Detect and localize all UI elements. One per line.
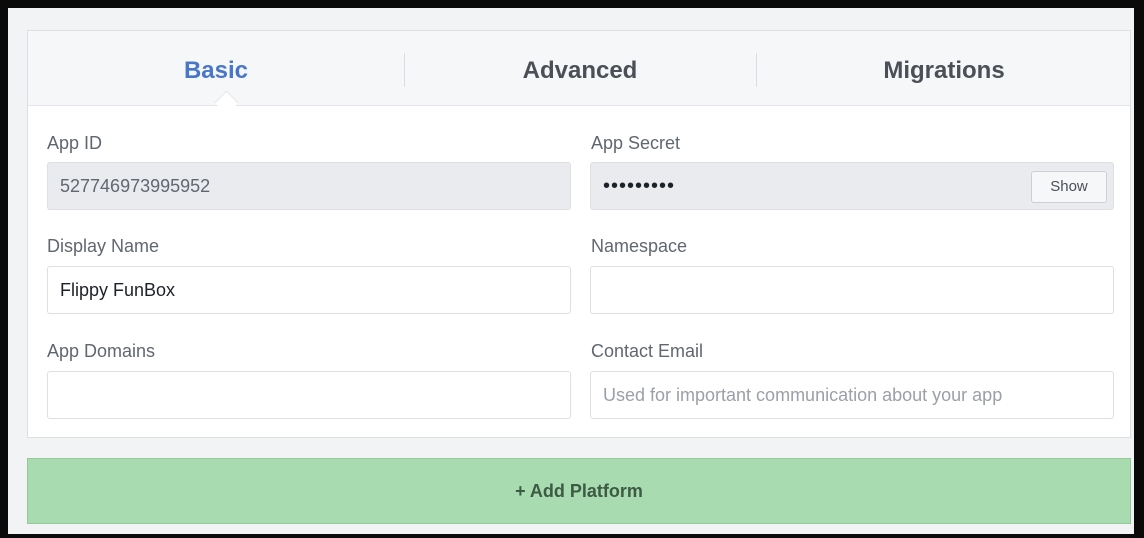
- namespace-label: Namespace: [591, 236, 688, 256]
- settings-panel: Basic Advanced Migrations App ID 5277469…: [27, 30, 1131, 438]
- window-frame-left: [0, 0, 8, 538]
- tab-migrations[interactable]: Migrations: [756, 31, 1132, 105]
- tab-bar: Basic Advanced Migrations: [28, 31, 1130, 106]
- contact-email-label: Contact Email: [591, 341, 704, 361]
- tab-advanced[interactable]: Advanced: [404, 31, 756, 105]
- app-secret-label: App Secret: [591, 133, 681, 153]
- window-frame-right: [1134, 0, 1144, 538]
- window-frame-bottom: [0, 534, 1144, 538]
- app-domains-label: App Domains: [47, 341, 156, 361]
- window-frame-top: [0, 0, 1144, 8]
- display-name-input[interactable]: Flippy FunBox: [47, 266, 571, 314]
- show-secret-button[interactable]: Show: [1031, 171, 1107, 203]
- add-platform-button[interactable]: + Add Platform: [27, 458, 1131, 524]
- app-domains-input[interactable]: [47, 371, 571, 419]
- contact-email-input[interactable]: Used for important communication about y…: [590, 371, 1114, 419]
- app-secret-field[interactable]: ••••••••• Show: [590, 162, 1114, 210]
- app-secret-masked-value: •••••••••: [603, 175, 676, 197]
- namespace-input[interactable]: [590, 266, 1114, 314]
- tab-basic[interactable]: Basic: [28, 31, 404, 105]
- display-name-label: Display Name: [47, 236, 160, 256]
- app-id-field[interactable]: 527746973995952: [47, 162, 571, 210]
- app-id-label: App ID: [47, 133, 103, 153]
